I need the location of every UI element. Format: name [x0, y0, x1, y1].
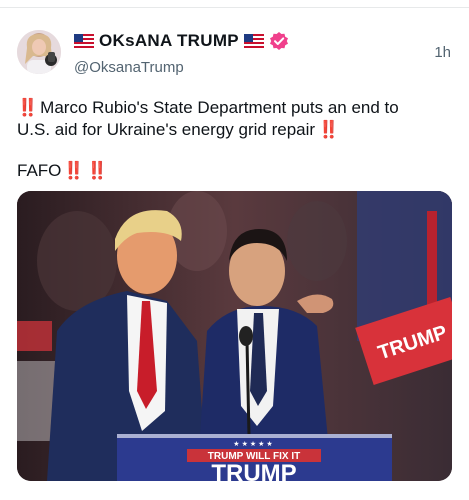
top-divider [0, 0, 469, 8]
post-text-line2: U.S. aid for Ukraine's energy grid repai… [17, 120, 316, 139]
podium-stars: ★★★★★ [233, 440, 274, 448]
podium-main: TRUMP [211, 460, 296, 481]
display-name[interactable]: OKsANA TRUMP [99, 31, 239, 51]
post-text-line-1: ‼️ Marco Rubio's State Department puts an… [17, 97, 457, 119]
fafo-text: FAFO [17, 161, 62, 180]
avatar[interactable] [17, 30, 61, 74]
double-exclamation-icon: ‼️ [63, 161, 84, 180]
double-exclamation-icon: ‼️ [17, 98, 38, 117]
author-name-row[interactable]: OKsANA TRUMP [74, 30, 289, 52]
post-image[interactable]: TRUMP ★★★★★ TRUMP WILL FIX IT TRUMP [17, 191, 452, 481]
verified-badge-icon [269, 31, 289, 51]
post-text-line1: Marco Rubio's State Department puts an e… [40, 98, 399, 117]
post-text-fafo: FAFO ‼️ ‼️ [17, 161, 108, 181]
double-exclamation-icon: ‼️ [318, 120, 339, 139]
author-handle[interactable]: @OksanaTrump [74, 59, 184, 76]
post-card[interactable]: OKsANA TRUMP @OksanaTrump 1h ‼️ Marco Rub… [0, 8, 469, 500]
us-flag-icon [243, 34, 264, 48]
post-text-line-2: U.S. aid for Ukraine's energy grid repai… [17, 119, 457, 141]
us-flag-icon [74, 34, 94, 48]
post-timestamp[interactable]: 1h [434, 44, 451, 61]
post-text: ‼️ Marco Rubio's State Department puts an… [17, 97, 457, 141]
double-exclamation-icon: ‼️ [86, 161, 108, 180]
